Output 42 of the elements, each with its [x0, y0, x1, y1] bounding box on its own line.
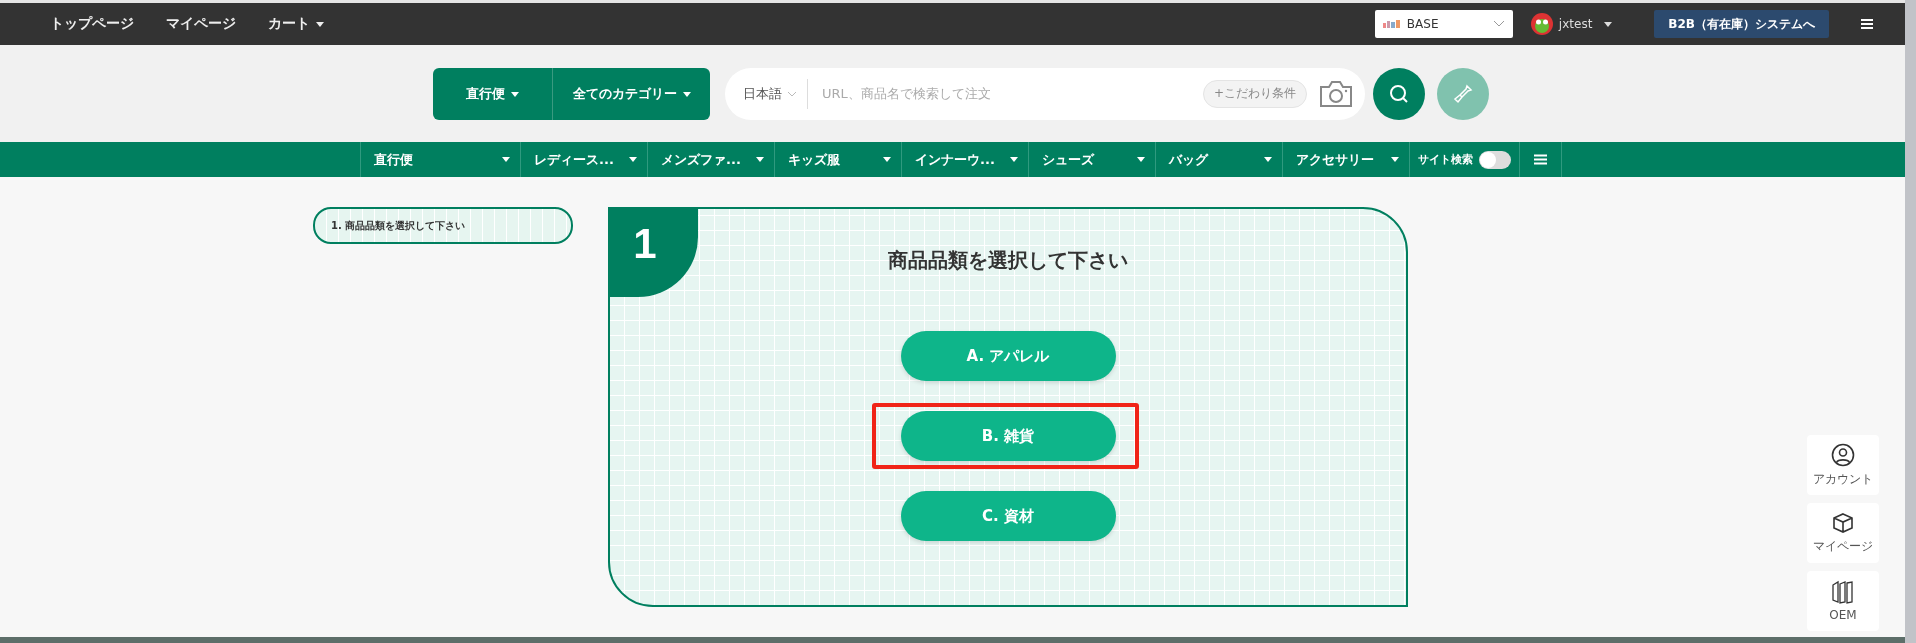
box-icon	[1832, 511, 1854, 534]
user-icon	[1831, 442, 1855, 467]
category-tab[interactable]: レディース...	[520, 142, 647, 177]
category-dropdown[interactable]: 全てのカテゴリー	[553, 67, 710, 120]
top-nav-link[interactable]: トップページ	[50, 15, 134, 33]
filter-button[interactable]: +こだわり条件	[1202, 79, 1307, 108]
shipping-dropdown[interactable]: 直行便	[433, 67, 553, 120]
option-button[interactable]: A. アパレル	[900, 331, 1116, 381]
system-button[interactable]: B2B（有在庫）システムへ	[1654, 10, 1829, 38]
search-button[interactable]	[1373, 67, 1425, 120]
site-search-label: サイト検索	[1418, 152, 1473, 167]
option-button[interactable]: C. 資材	[900, 491, 1116, 541]
category-tab[interactable]: アクセサリー	[1282, 142, 1409, 177]
search-icon	[1389, 83, 1409, 104]
chevron-down-icon	[787, 90, 797, 97]
language-select[interactable]: 日本語	[743, 78, 808, 109]
search-field[interactable]: URL、商品名で検索して注文	[808, 86, 1203, 101]
logo-icon	[1382, 20, 1401, 28]
option-button[interactable]: B. 雑貨	[900, 411, 1116, 461]
camera-icon[interactable]	[1319, 79, 1353, 108]
panels-icon	[1832, 580, 1854, 604]
step-number: 1	[610, 209, 698, 297]
side-button[interactable]: アカウント	[1807, 435, 1879, 495]
store-select[interactable]: BASE	[1374, 10, 1513, 38]
question-title: 商品品類を選択して下さい	[887, 247, 1129, 274]
site-search-toggle[interactable]	[1479, 150, 1511, 169]
chevron-down-icon	[1492, 20, 1505, 28]
step-item[interactable]: 1. 商品品類を選択して下さい	[313, 207, 573, 244]
category-tab[interactable]: 直行便	[360, 142, 520, 177]
side-button[interactable]: マイページ	[1807, 503, 1879, 563]
avatar-icon	[1530, 13, 1553, 35]
category-tab[interactable]: インナーウ...	[901, 142, 1028, 177]
category-tab[interactable]: キッズ服	[774, 142, 901, 177]
side-button[interactable]: OEM	[1807, 571, 1879, 631]
menu-icon[interactable]	[1861, 19, 1873, 29]
top-nav-link[interactable]: マイページ	[166, 15, 236, 33]
category-tab[interactable]: バッグ	[1155, 142, 1282, 177]
scrollbar[interactable]	[1905, 0, 1916, 643]
top-nav-link[interactable]: カート	[268, 15, 324, 33]
category-tab[interactable]: シューズ	[1028, 142, 1155, 177]
category-tab[interactable]: メンズファ...	[647, 142, 774, 177]
user-menu[interactable]: jxtest	[1530, 13, 1613, 35]
